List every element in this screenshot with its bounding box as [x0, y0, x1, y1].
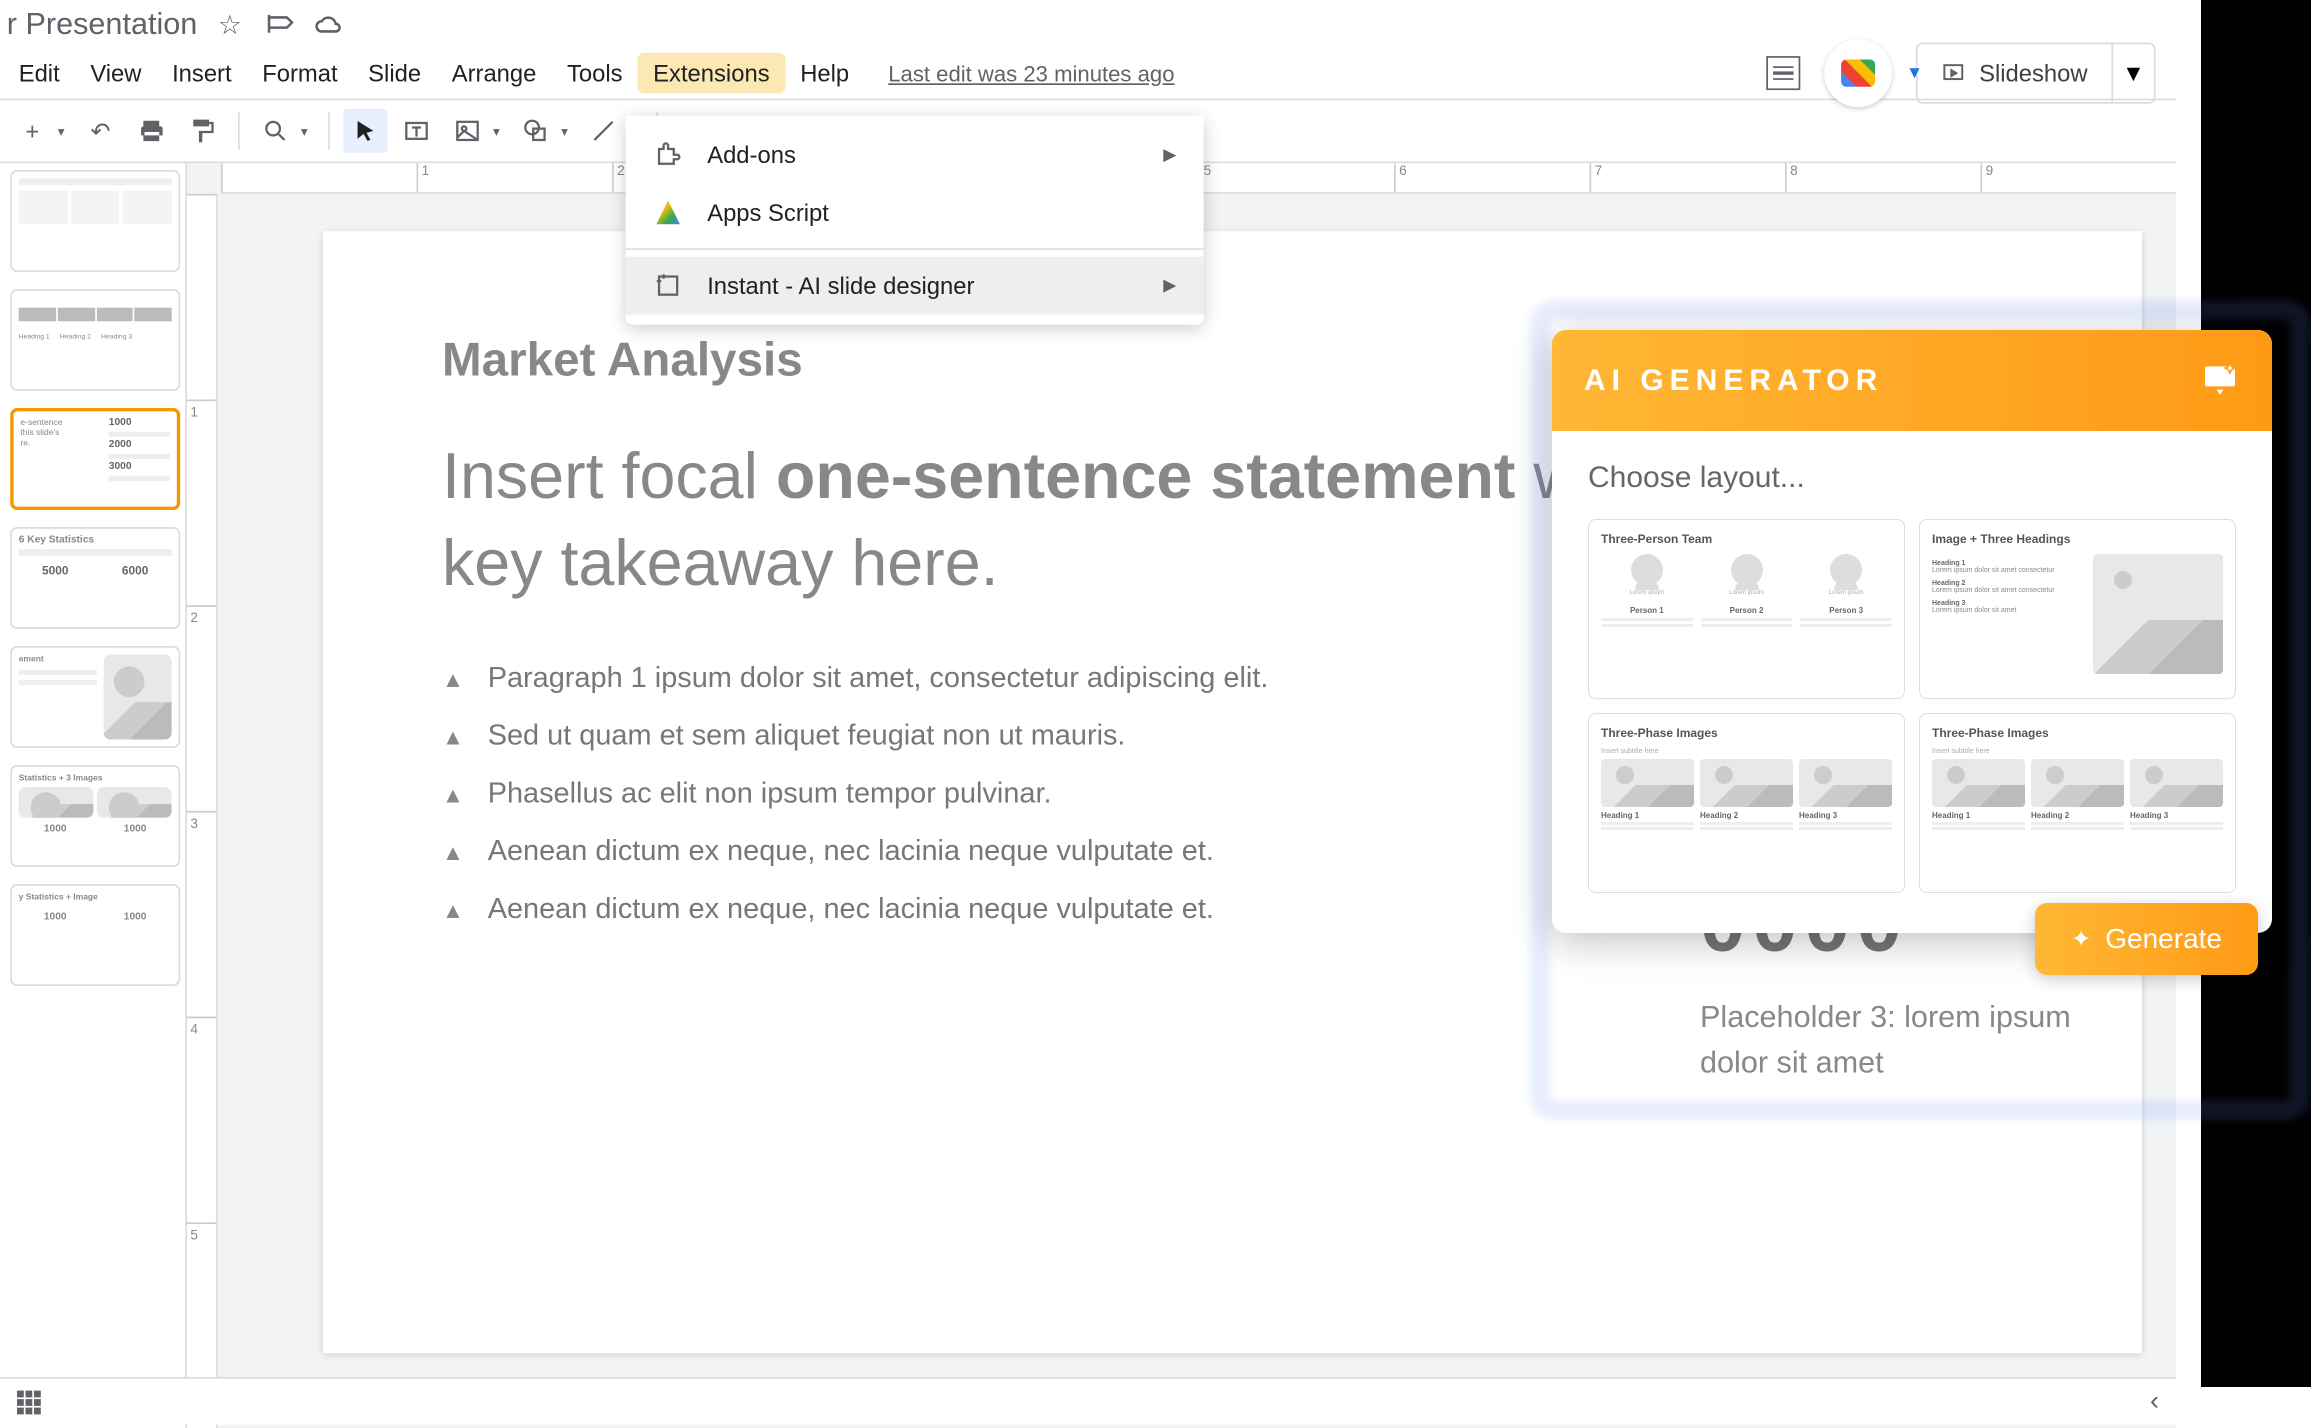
zoom-icon[interactable] — [253, 109, 297, 153]
meet-button[interactable]: ▼ — [1824, 39, 1892, 107]
ai-panel-header: AI GENERATOR — [1552, 330, 2272, 431]
slide-placeholder-text: Placeholder 3: lorem ipsum dolor sit ame… — [1700, 995, 2142, 1087]
paint-format-icon[interactable] — [180, 109, 224, 153]
dd-instant[interactable]: Instant - AI slide designer ▶ — [626, 257, 1204, 315]
comment-history-icon[interactable] — [1767, 56, 1801, 90]
slideshow-dropdown[interactable]: ▾ — [2113, 44, 2154, 102]
slideshow-label: Slideshow — [1979, 60, 2088, 87]
apps-script-icon — [653, 197, 684, 228]
image-placeholder-icon — [1700, 759, 1793, 807]
avatar-icon — [1731, 554, 1763, 586]
image-placeholder-icon — [1799, 759, 1892, 807]
thumbnail-active[interactable]: e-sentence this slide's re. 1000 2000 30… — [10, 408, 180, 510]
new-slide-icon[interactable]: + — [10, 109, 54, 153]
ai-logo-icon — [2200, 358, 2240, 403]
undo-icon[interactable]: ↶ — [78, 109, 122, 153]
thumbnail-3img[interactable]: Statistics + 3 Images 10001000 — [10, 765, 180, 867]
footer: ‹ — [0, 1377, 2176, 1425]
grid-view-icon[interactable] — [17, 1390, 41, 1414]
thumbnail-arrows[interactable]: Heading 1Heading 2Heading 3 — [10, 289, 180, 391]
ruler-vertical: 12345 — [187, 194, 218, 1428]
choose-layout-label: Choose layout... — [1588, 461, 2236, 495]
image-placeholder-icon — [2031, 759, 2124, 807]
menu-view[interactable]: View — [75, 53, 157, 94]
layout-three-person[interactable]: Three-Person Team Lorem ipsumPerson 1 Lo… — [1588, 519, 1905, 699]
thumbnail-img[interactable]: ement — [10, 646, 180, 748]
ai-panel-title: AI GENERATOR — [1584, 364, 1883, 398]
image-placeholder-icon — [2093, 554, 2223, 674]
thumbnail-1[interactable] — [10, 170, 180, 272]
menu-bar: Edit View Insert Format Slide Arrange To… — [0, 48, 2176, 99]
document-title[interactable]: r Presentation — [7, 6, 198, 42]
layout-image-headings[interactable]: Image + Three Headings Heading 1Lorem ip… — [1919, 519, 2236, 699]
image-placeholder-icon — [1601, 759, 1694, 807]
layout-three-phase-2[interactable]: Three-Phase Images Insert subtitle here … — [1919, 713, 2236, 893]
dd-addons[interactable]: Add-ons ▶ — [626, 126, 1204, 184]
layout-three-phase-1[interactable]: Three-Phase Images Insert subtitle here … — [1588, 713, 1905, 893]
shape-icon[interactable] — [513, 109, 557, 153]
menu-arrange[interactable]: Arrange — [436, 53, 551, 94]
puzzle-icon — [653, 139, 684, 170]
menu-tools[interactable]: Tools — [552, 53, 638, 94]
menu-slide[interactable]: Slide — [353, 53, 437, 94]
menu-format[interactable]: Format — [247, 53, 353, 94]
star-icon[interactable]: ☆ — [218, 9, 249, 40]
slide-thumbnails[interactable]: Heading 1Heading 2Heading 3 e-sentence t… — [0, 163, 187, 1428]
textbox-icon[interactable] — [394, 109, 438, 153]
bullet-icon: ▲ — [442, 724, 464, 750]
print-icon[interactable] — [129, 109, 173, 153]
menu-insert[interactable]: Insert — [157, 53, 247, 94]
thumbnail-stats[interactable]: 6 Key Statistics 50006000 — [10, 527, 180, 629]
dd-apps-script[interactable]: Apps Script — [626, 184, 1204, 242]
submenu-arrow-icon: ▶ — [1163, 276, 1176, 295]
ai-generator-panel: AI GENERATOR Choose layout... Three-Pers… — [1552, 330, 2272, 933]
extensions-dropdown: Add-ons ▶ Apps Script Instant - AI slide… — [626, 116, 1204, 325]
move-icon[interactable] — [265, 9, 296, 40]
bullet-icon: ▲ — [442, 666, 464, 692]
bullet-icon: ▲ — [442, 781, 464, 807]
bullet-icon: ▲ — [442, 897, 464, 923]
image-placeholder-icon — [1932, 759, 2025, 807]
submenu-arrow-icon: ▶ — [1163, 145, 1176, 164]
generate-button[interactable]: ✦ Generate — [2035, 903, 2258, 975]
sparkle-icon: ✦ — [2071, 925, 2091, 954]
menu-extensions[interactable]: Extensions — [638, 53, 785, 94]
menu-edit[interactable]: Edit — [3, 53, 75, 94]
avatar-icon — [1631, 554, 1663, 586]
thumbnail-statimg[interactable]: y Statistics + Image 10001000 — [10, 884, 180, 986]
explore-icon[interactable]: ‹ — [2150, 1386, 2159, 1417]
last-edit-link[interactable]: Last edit was 23 minutes ago — [888, 60, 1174, 86]
select-icon[interactable] — [343, 109, 387, 153]
image-placeholder-icon — [2130, 759, 2223, 807]
cloud-icon[interactable] — [313, 9, 344, 40]
menu-help[interactable]: Help — [785, 53, 865, 94]
avatar-icon — [1830, 554, 1862, 586]
line-icon[interactable] — [582, 109, 626, 153]
slideshow-button[interactable]: Slideshow ▾ — [1916, 43, 2155, 104]
image-icon[interactable] — [445, 109, 489, 153]
instant-icon — [653, 270, 684, 301]
bullet-icon: ▲ — [442, 839, 464, 865]
